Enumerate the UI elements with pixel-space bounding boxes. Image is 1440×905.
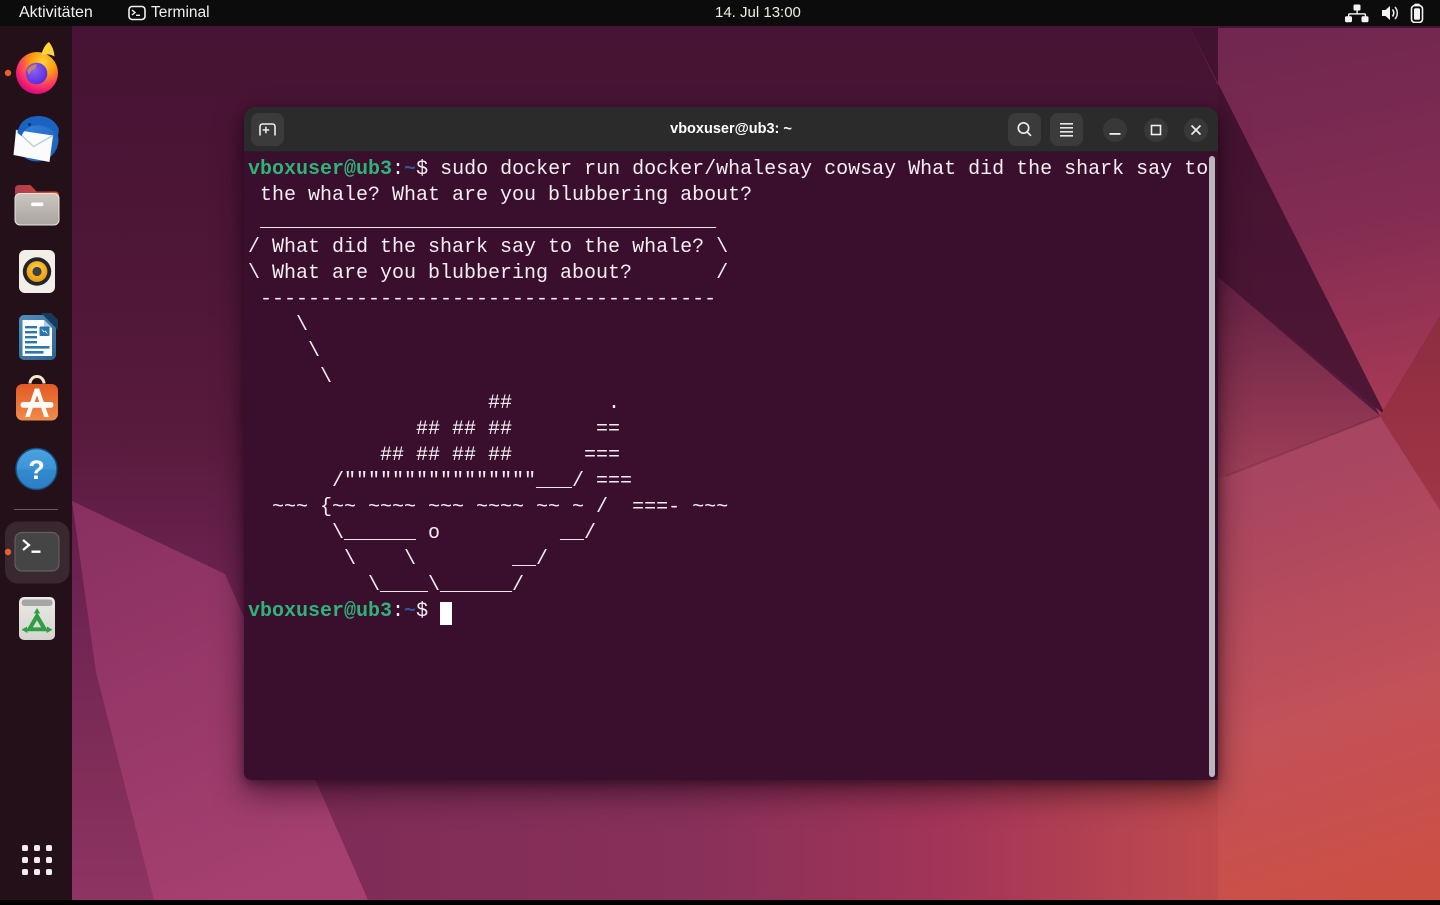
svg-text:?: ? (28, 455, 45, 485)
